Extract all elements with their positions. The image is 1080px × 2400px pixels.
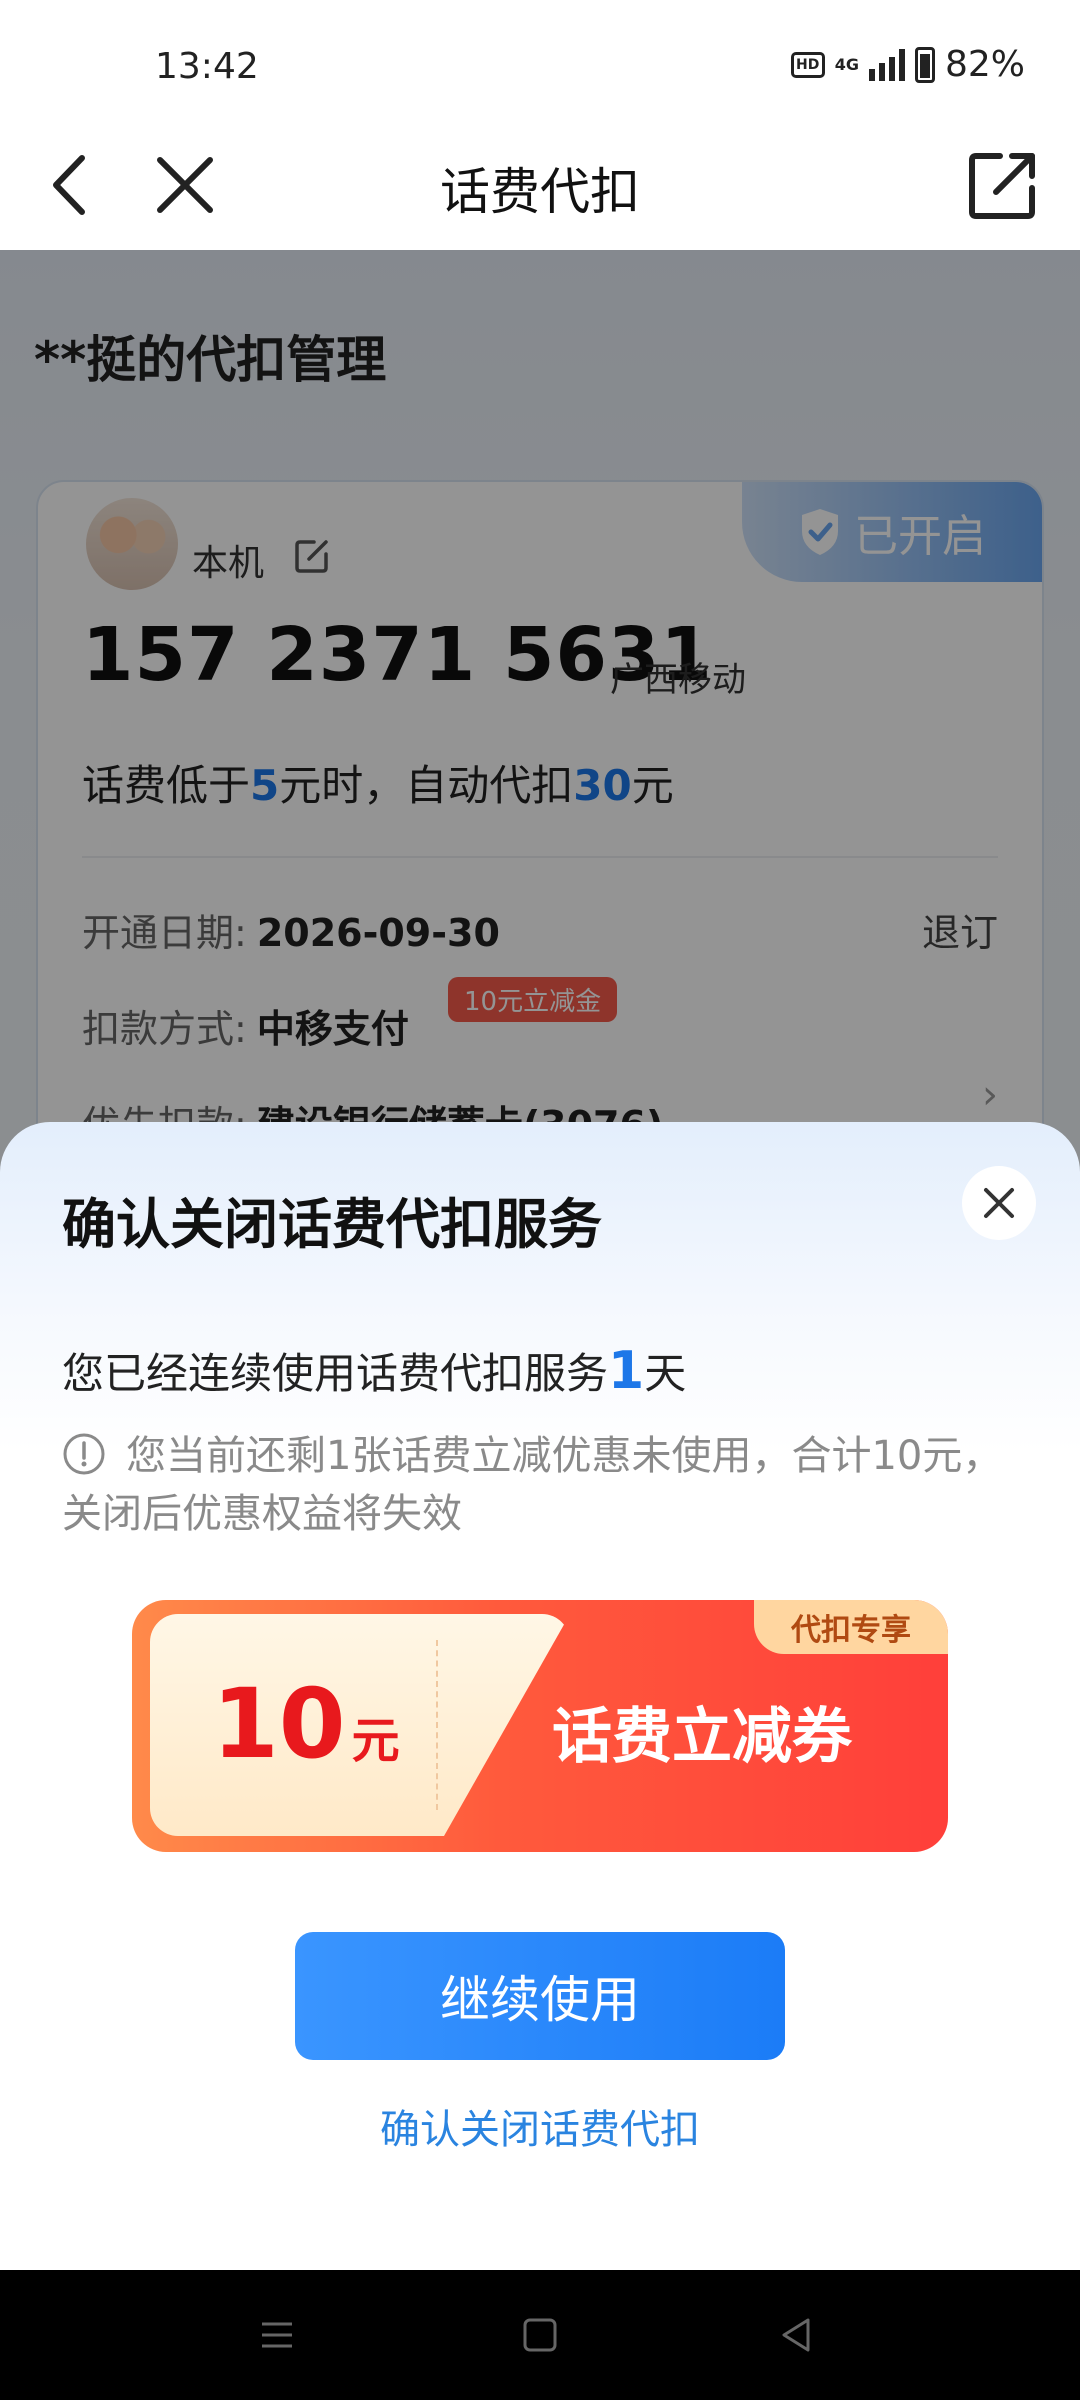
usage-days: 1 <box>608 1341 645 1401</box>
usage-text: 您已经连续使用话费代扣服务1天 <box>62 1340 686 1401</box>
coupon-amount-unit: 元 <box>351 1713 400 1769</box>
sheet-close-button[interactable] <box>962 1166 1036 1240</box>
signal-icon <box>868 48 905 81</box>
coupon-amount-number: 10 <box>212 1668 346 1780</box>
coupon-amount: 10 元 <box>212 1668 400 1780</box>
menu-icon[interactable] <box>252 2310 302 2360</box>
usage-suffix: 天 <box>644 1349 687 1398</box>
coupon-divider <box>436 1640 438 1810</box>
hd-icon: HD <box>790 51 825 78</box>
status-bar: 13:42 HD 4G 82% <box>0 0 1080 130</box>
battery-icon <box>914 46 935 83</box>
system-nav-bar <box>0 2270 1080 2400</box>
coupon-tag: 代扣专享 <box>754 1600 948 1654</box>
confirm-close-link[interactable]: 确认关闭话费代扣 <box>0 2097 1080 2155</box>
coupon-card: 10 元 话费立减券 代扣专享 <box>132 1600 948 1852</box>
sheet-title: 确认关闭话费代扣服务 <box>62 1193 602 1256</box>
battery-level: 82% <box>944 44 1025 85</box>
close-icon <box>984 1188 1014 1218</box>
notice-text: 您当前还剩1张话费立减优惠未使用，合计10元，关闭后优惠权益将失效 <box>62 1433 1003 1537</box>
page-title: 话费代扣 <box>440 163 640 221</box>
status-icons: HD 4G 82% <box>790 44 1025 85</box>
home-icon[interactable] <box>515 2310 565 2360</box>
usage-prefix: 您已经连续使用话费代扣服务 <box>62 1349 609 1398</box>
confirm-close-sheet: 确认关闭话费代扣服务 您已经连续使用话费代扣服务1天 您当前还剩1张话费立减优惠… <box>0 1122 1080 2270</box>
status-time: 13:42 <box>155 46 259 87</box>
share-icon[interactable] <box>966 148 1040 222</box>
continue-button[interactable]: 继续使用 <box>295 1932 785 2060</box>
coupon-name: 话费立减券 <box>552 1702 852 1772</box>
nav-bar: 话费代扣 <box>0 130 1080 250</box>
network-type: 4G <box>834 54 859 74</box>
back-nav-icon[interactable] <box>772 2310 822 2360</box>
